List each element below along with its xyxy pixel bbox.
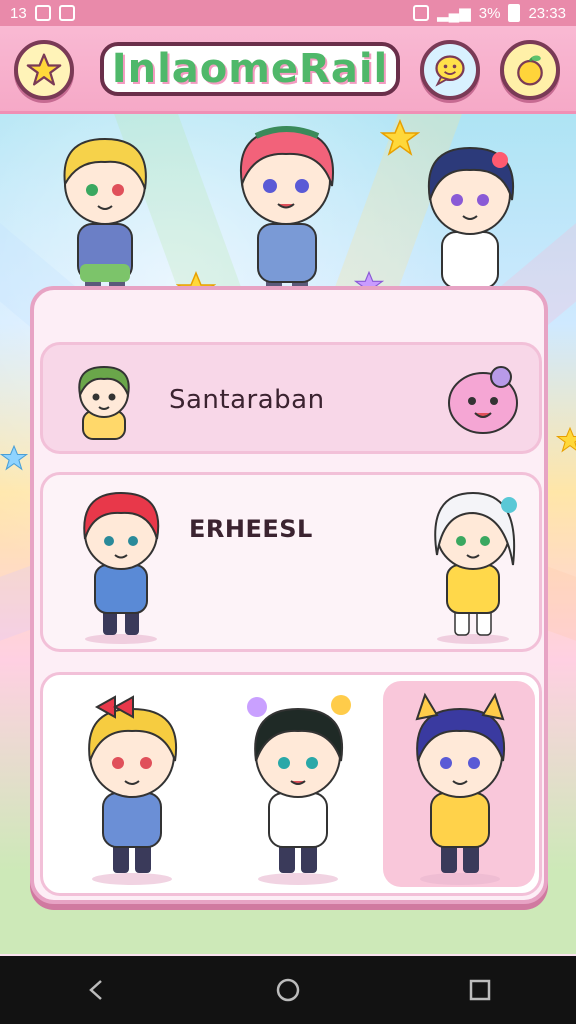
star-button[interactable] <box>14 40 74 100</box>
star-icon <box>26 53 62 86</box>
home-icon <box>276 978 300 1002</box>
back-button[interactable] <box>72 966 120 1014</box>
character-card[interactable]: ERHEESL <box>40 472 542 652</box>
alarm-icon <box>413 5 430 21</box>
app-notification-icon <box>58 5 75 21</box>
app-title: InlaomeRail <box>100 42 400 96</box>
back-icon <box>89 980 102 1000</box>
character-name: Santaraban <box>169 385 325 415</box>
character-card-row <box>40 672 542 896</box>
character-white-hair-girl <box>413 485 533 645</box>
character-select-panel: Santaraban ERHEESL <box>30 286 548 904</box>
fruit-icon <box>517 55 543 86</box>
battery-icon <box>508 4 521 22</box>
status-time-right: 23:33 <box>528 4 566 22</box>
character-card[interactable]: Santaraban <box>40 342 542 454</box>
recents-button[interactable] <box>456 966 504 1014</box>
notification-icon <box>34 5 51 21</box>
pet-creature <box>443 365 523 437</box>
chat-button[interactable] <box>420 40 480 100</box>
status-bar: 13 ▂▄▆ 3% 23:33 <box>0 0 576 26</box>
fruit-button[interactable] <box>500 40 560 100</box>
star-icon <box>0 444 28 471</box>
character-indigo-hair-girl[interactable] <box>395 689 525 885</box>
chat-icon <box>435 55 465 87</box>
character-blonde-bow-girl[interactable] <box>67 689 197 885</box>
character-red-hair-boy <box>61 485 181 645</box>
character-green-hair-boy <box>61 359 147 443</box>
app-header: InlaomeRail <box>0 26 576 114</box>
character-name: ERHEESL <box>189 515 313 543</box>
home-button[interactable] <box>264 966 312 1014</box>
signal-icon: ▂▄▆ <box>437 5 471 22</box>
character-black-hair-girl[interactable] <box>233 689 363 885</box>
battery-text: 3% <box>478 4 501 22</box>
system-navbar <box>0 956 576 1024</box>
recents-icon <box>469 979 491 1001</box>
star-icon <box>556 426 576 453</box>
status-time-left: 13 <box>10 4 27 22</box>
